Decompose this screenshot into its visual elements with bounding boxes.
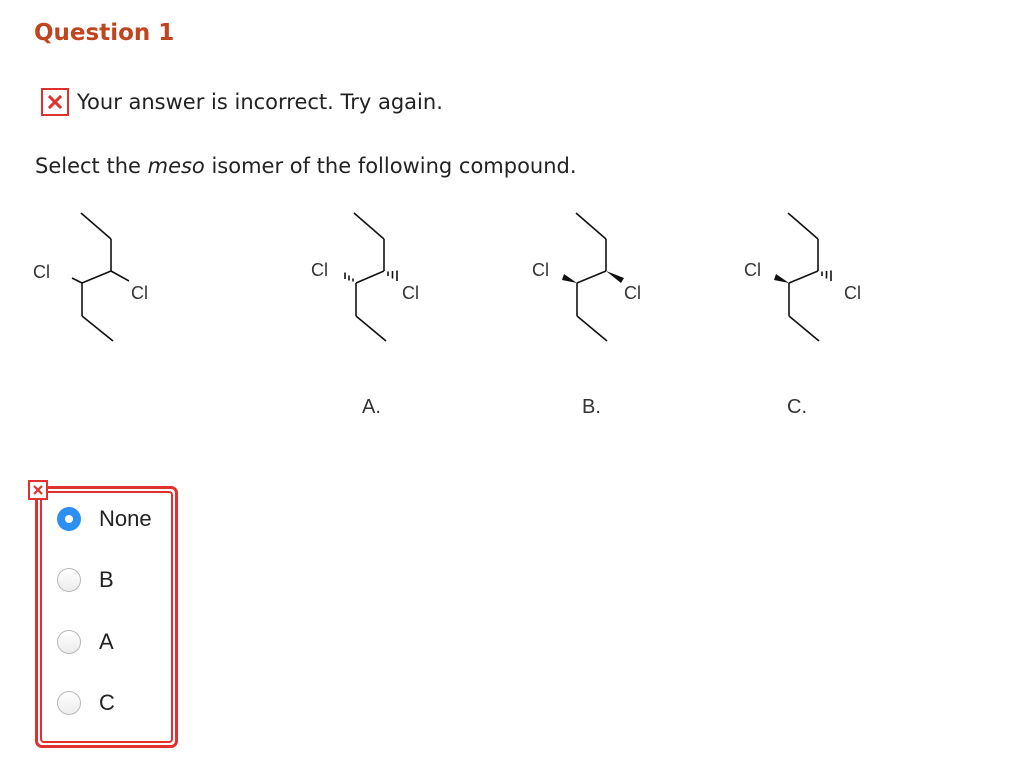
cl-label: Cl — [402, 283, 419, 303]
cl-label: Cl — [744, 260, 761, 280]
choice-label: B — [99, 567, 114, 592]
answer-choices-group: None B A C — [35, 486, 178, 748]
cl-label: Cl — [311, 260, 328, 280]
radio-button-selected[interactable] — [57, 507, 81, 531]
choice-b[interactable]: B — [57, 567, 114, 593]
structure-b: Cl Cl B. — [532, 212, 641, 418]
choice-a[interactable]: A — [57, 629, 114, 655]
prompt-text-start: Select the — [35, 154, 148, 178]
choice-label: A — [99, 629, 114, 654]
radio-button[interactable] — [57, 630, 81, 654]
caption-a: A. — [362, 396, 381, 418]
caption-b: B. — [582, 396, 601, 418]
compound-structure: Cl Cl — [33, 212, 148, 342]
prompt-emphasis: meso — [147, 154, 205, 178]
structures-figure: Cl Cl Cl Cl A. Cl Cl B. Cl Cl C. — [33, 212, 861, 418]
choice-c[interactable]: C — [57, 690, 115, 716]
incorrect-x-icon — [41, 88, 69, 116]
hashed-bond-right — [387, 270, 398, 281]
wedge-bond-left — [774, 274, 789, 283]
radio-button[interactable] — [57, 691, 81, 715]
structure-c: Cl Cl C. — [744, 212, 861, 418]
feedback-text: Your answer is incorrect. Try again. — [77, 90, 443, 114]
choice-label: C — [99, 690, 115, 715]
hashed-bond-left — [344, 272, 354, 282]
cl-label: Cl — [532, 260, 549, 280]
structure-a: Cl Cl A. — [311, 212, 419, 418]
wedge-bond-right — [606, 271, 624, 283]
choice-none[interactable]: None — [57, 506, 152, 532]
cl-label: Cl — [844, 283, 861, 303]
wedge-bond-left — [562, 274, 577, 283]
choice-label: None — [99, 506, 152, 531]
caption-c: C. — [787, 396, 807, 418]
cl-label: Cl — [131, 283, 148, 303]
question-title: Question 1 — [34, 20, 175, 46]
question-prompt: Select the meso isomer of the following … — [35, 154, 577, 178]
answer-choices-inner: None B A C — [40, 491, 173, 743]
hashed-bond-right — [821, 270, 832, 281]
prompt-text-end: isomer of the following compound. — [204, 154, 577, 178]
incorrect-x-icon — [28, 480, 48, 500]
cl-label: Cl — [33, 262, 50, 282]
cl-label: Cl — [624, 283, 641, 303]
feedback-message: Your answer is incorrect. Try again. — [41, 86, 443, 118]
radio-button[interactable] — [57, 568, 81, 592]
